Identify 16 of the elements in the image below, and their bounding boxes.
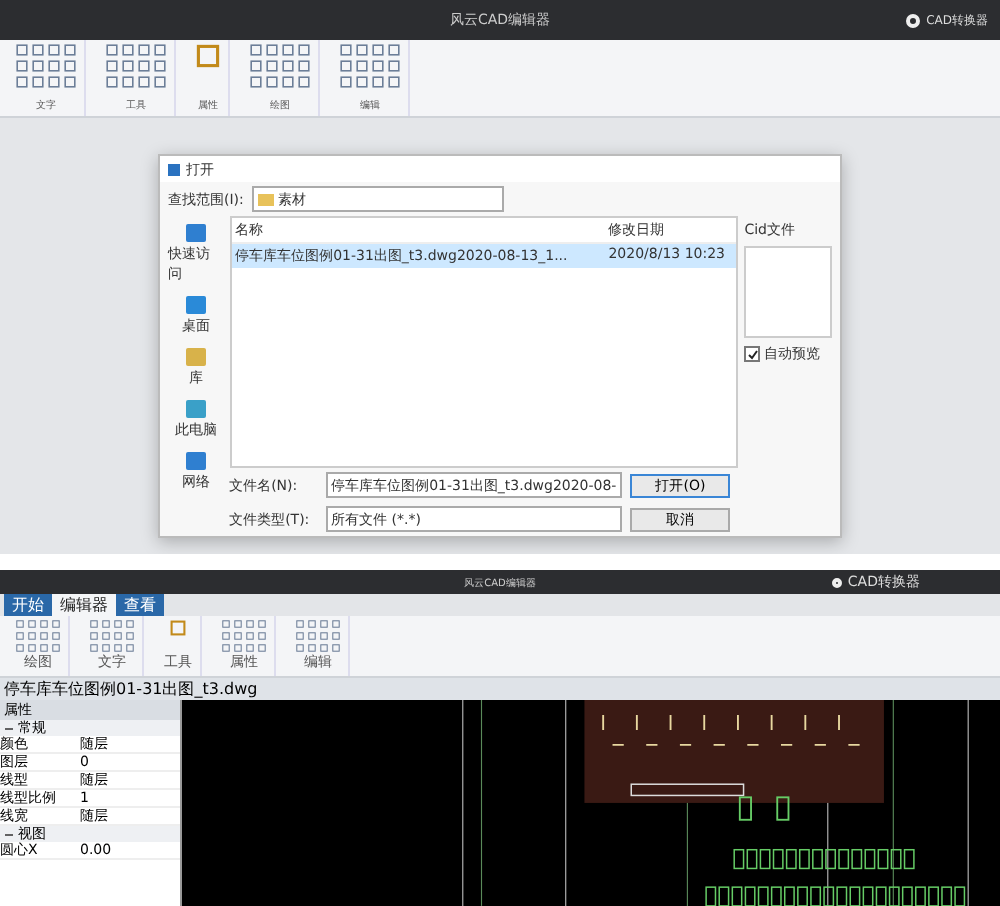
ribbon-tab[interactable]: 查看 bbox=[116, 594, 164, 617]
tool-icon[interactable] bbox=[196, 44, 220, 68]
tool-icon[interactable] bbox=[170, 620, 186, 637]
place-icon bbox=[185, 296, 206, 314]
collapse-icon bbox=[4, 829, 14, 840]
app-icon bbox=[168, 163, 180, 175]
place-icon bbox=[185, 348, 206, 366]
ribbon-tab[interactable]: 编辑器 bbox=[52, 594, 116, 617]
collapse-icon bbox=[4, 723, 14, 734]
checkbox[interactable] bbox=[744, 346, 761, 362]
place-icon bbox=[185, 400, 206, 418]
preview-area bbox=[744, 246, 832, 338]
folder-icon bbox=[257, 192, 274, 206]
place-icon bbox=[185, 452, 206, 470]
ribbon-tab[interactable]: 开始 bbox=[4, 594, 52, 617]
place-icon bbox=[185, 224, 206, 242]
